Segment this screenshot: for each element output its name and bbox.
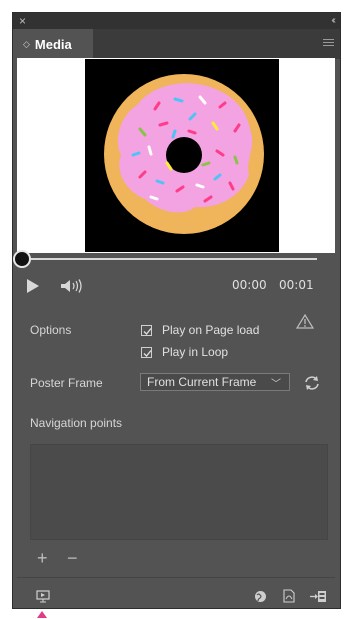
play-on-page-load-checkbox[interactable] xyxy=(141,325,152,336)
volume-icon[interactable] xyxy=(60,279,84,298)
warning-icon[interactable] xyxy=(295,313,315,334)
play-on-page-load-label: Play on Page load xyxy=(162,323,260,337)
poster-frame-dropdown[interactable]: From Current Frame ﹀ xyxy=(140,373,290,391)
donut-image xyxy=(104,74,264,234)
preview-icon[interactable] xyxy=(36,590,50,608)
tab-reorder-icon: ◇ xyxy=(23,38,30,49)
tab-title: Media xyxy=(34,36,72,52)
play-in-loop-checkbox[interactable] xyxy=(141,347,152,358)
preview-frame xyxy=(85,59,279,252)
chevron-down-icon: ﹀ xyxy=(271,379,281,390)
close-panel-button[interactable]: × xyxy=(19,13,26,29)
play-icon[interactable] xyxy=(26,278,40,299)
tab-media[interactable]: ◇ Media xyxy=(13,29,93,59)
add-navigation-point-button[interactable]: + xyxy=(37,548,48,569)
collapse-panel-button[interactable]: ‹‹ xyxy=(331,13,335,29)
remove-navigation-point-button[interactable]: − xyxy=(67,548,78,569)
tab-row: ◇ Media xyxy=(13,29,340,59)
navigation-points-label: Navigation points xyxy=(30,416,123,430)
refresh-icon[interactable] xyxy=(303,374,321,397)
panel-menu-icon[interactable] xyxy=(323,39,334,47)
place-video-icon[interactable] xyxy=(309,590,327,608)
media-preview xyxy=(17,58,335,253)
poster-frame-label: Poster Frame xyxy=(30,376,103,390)
current-time: 00:00 xyxy=(232,278,267,292)
callout-marker xyxy=(37,611,47,618)
scrub-track[interactable] xyxy=(24,258,317,260)
globe-icon[interactable] xyxy=(254,590,267,608)
footer-divider xyxy=(17,577,335,578)
options-label: Options xyxy=(30,323,72,337)
panel-title-bar: × ‹‹ xyxy=(13,13,340,29)
duration-time: 00:01 xyxy=(279,278,314,292)
play-in-loop-label: Play in Loop xyxy=(162,345,229,359)
scrub-handle[interactable] xyxy=(13,250,31,268)
navigation-points-list[interactable] xyxy=(30,444,328,540)
poster-frame-selected: From Current Frame xyxy=(147,375,257,389)
pdf-icon[interactable] xyxy=(283,589,295,608)
